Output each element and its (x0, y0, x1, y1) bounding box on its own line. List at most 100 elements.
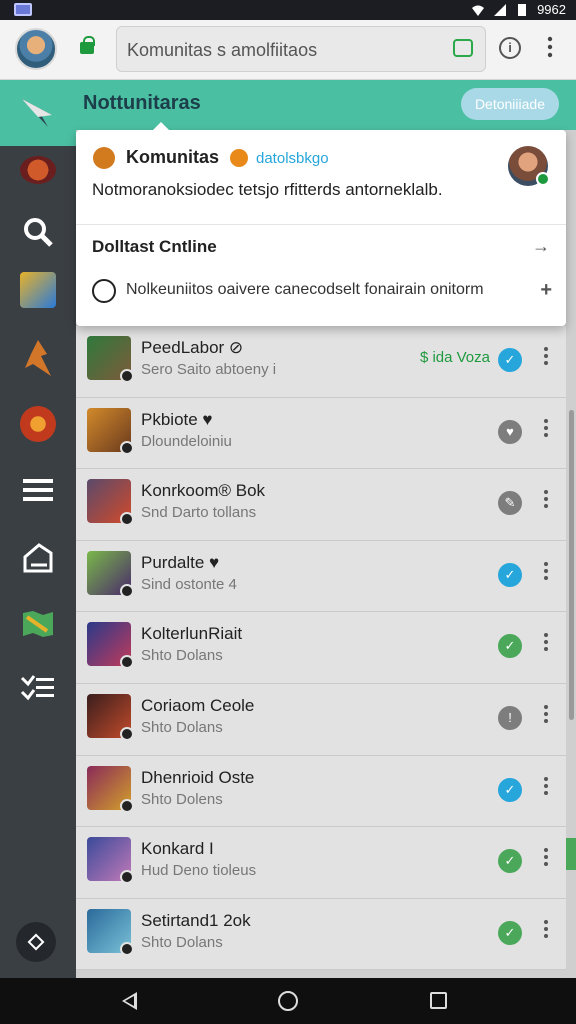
extension-icon[interactable] (453, 39, 473, 57)
list-item[interactable]: Dhenrioid Oste Shto Dolens ✓ (76, 755, 566, 828)
more-vert-icon[interactable] (540, 776, 552, 796)
rail-item-game-2[interactable] (18, 338, 58, 378)
community-popup-card[interactable]: Komunitas datolsbkgo Notmoranoksiodec te… (76, 122, 566, 326)
rail-item-map[interactable] (18, 604, 58, 644)
rail-item-search[interactable] (18, 212, 58, 252)
more-vert-icon[interactable] (540, 346, 552, 366)
more-vert-icon[interactable] (540, 561, 552, 581)
game-thumbnail (87, 622, 134, 670)
edge-tab[interactable] (566, 838, 576, 870)
rail-item-game-1[interactable] (18, 270, 58, 310)
overflow-menu-icon[interactable] (540, 36, 560, 60)
item-subtitle: Sero Saito abtoeny i (141, 361, 277, 378)
status-icons: 9962 (471, 2, 566, 17)
item-name: KolterlunRiait (141, 624, 243, 644)
game-thumbnail (87, 407, 134, 455)
address-bar[interactable]: Komunitas s amolfiitaos (116, 26, 486, 72)
item-name: Konrkoom® Bok (141, 481, 266, 501)
page-header: Nottunitaras Detoniiiade (76, 80, 576, 130)
item-tag: $ ida Voza (419, 349, 490, 366)
list-item[interactable]: Purdalte ♥ Sind ostonte 4 ✓ (76, 540, 566, 613)
sword-logo-icon[interactable] (18, 93, 58, 133)
menu-icon (23, 479, 53, 501)
list-item[interactable]: Coriaom Ceole Shto Dolans! (76, 683, 566, 756)
more-vert-icon[interactable] (540, 418, 552, 438)
item-subtitle: Shto Dolans (141, 647, 223, 665)
status-badge[interactable]: ! (498, 705, 522, 730)
status-badge[interactable]: ✓ (498, 920, 522, 945)
platform-badge-icon (120, 512, 134, 527)
status-badge[interactable]: ✓ (498, 777, 522, 802)
recents-icon[interactable] (430, 992, 447, 1009)
rail-item-edit[interactable] (18, 538, 58, 578)
more-vert-icon[interactable] (540, 919, 552, 939)
battery-icon (518, 3, 527, 16)
card-note: Nolkeuniitos oaivere canecodselt fonaira… (126, 281, 484, 298)
rail-item-game-3[interactable] (18, 404, 58, 444)
online-status-icon (536, 172, 550, 186)
back-icon[interactable] (122, 992, 137, 1010)
page-title: Nottunitaras (83, 92, 201, 114)
header-action-button[interactable]: Detoniiiade (460, 88, 559, 120)
game-thumbnail (87, 336, 134, 383)
navigate-fab[interactable] (16, 922, 56, 962)
more-vert-icon (547, 36, 553, 58)
item-name: Coriaom Ceole (141, 695, 255, 715)
game-thumbnail (87, 837, 134, 885)
info-icon[interactable]: i (499, 37, 521, 59)
platform-badge-icon (120, 941, 134, 956)
community-list: PeedLabor ⊘ Sero Saito abtoeny i $ ida Voz… (76, 326, 566, 971)
list-item[interactable]: Konkard I Hud Deno tioleus ✓ (76, 827, 566, 899)
wifi-icon (472, 5, 485, 16)
status-badge[interactable]: ✓ (498, 849, 522, 874)
map-icon (23, 611, 53, 637)
search-icon (24, 218, 53, 247)
profile-avatar[interactable] (15, 28, 57, 70)
status-badge[interactable]: ✓ (498, 348, 522, 372)
card-handle[interactable]: datolsbkgo (256, 150, 329, 167)
scrollbar[interactable] (569, 410, 574, 720)
app-notification-icon (14, 3, 32, 16)
game-thumbnail (87, 693, 134, 741)
rail-item-menu[interactable] (18, 470, 58, 510)
platform-badge-icon (120, 726, 134, 741)
edit-icon (23, 543, 53, 573)
card-description: Notmoranoksiodec tetsjo rfitterds antorn… (92, 180, 443, 199)
status-badge[interactable]: ✓ (498, 562, 522, 587)
item-name: Setirtand1 2ok (141, 910, 251, 930)
item-subtitle: Shto Dolens (141, 790, 223, 808)
divider (76, 224, 566, 225)
add-icon[interactable]: + (540, 279, 552, 302)
list-item[interactable]: Pkbiote ♥ Dloundeloiniu ♥ (76, 397, 566, 470)
more-vert-icon[interactable] (540, 847, 552, 867)
status-badge[interactable]: ✓ (498, 634, 522, 659)
arrow-right-icon[interactable]: → (532, 236, 550, 257)
more-vert-icon[interactable] (540, 632, 552, 652)
platform-badge-icon (120, 440, 134, 455)
platform-badge-icon (120, 798, 134, 813)
home-icon[interactable] (278, 991, 298, 1011)
list-item[interactable]: Setirtand1 2ok Shto Dolans ✓ (76, 898, 566, 971)
address-bar-text[interactable]: Komunitas s amolfiitaos (127, 40, 317, 61)
lock-icon (80, 36, 95, 54)
item-subtitle: Shto Dolans (141, 933, 223, 951)
list-item[interactable]: Konrkoom® Bok Snd Darto tollans ✎ (76, 469, 566, 541)
checklist-icon (20, 675, 54, 701)
item-subtitle: Hud Deno tioleus (141, 862, 257, 880)
more-vert-icon[interactable] (540, 704, 552, 724)
item-name: Dhenrioid Oste (141, 767, 255, 787)
more-vert-icon[interactable] (540, 489, 552, 509)
status-badge[interactable]: ♥ (498, 419, 522, 444)
platform-badge-icon (120, 369, 134, 383)
platform-badge-icon (120, 655, 134, 670)
list-item[interactable]: PeedLabor ⊘ Sero Saito abtoeny i $ ida Voz… (76, 326, 566, 398)
status-badge[interactable]: ✎ (498, 491, 522, 516)
game-thumbnail (87, 550, 134, 598)
item-name: Konkard I (141, 839, 214, 859)
list-item[interactable]: KolterlunRiait Shto Dolans ✓ (76, 612, 566, 684)
card-section-title[interactable]: Dolltast Cntline (92, 237, 217, 257)
item-subtitle: Sind ostonte 4 (141, 575, 237, 593)
rail-item-crest[interactable] (18, 150, 58, 190)
item-subtitle: Shto Dolans (141, 718, 223, 736)
rail-item-list[interactable] (18, 668, 58, 708)
